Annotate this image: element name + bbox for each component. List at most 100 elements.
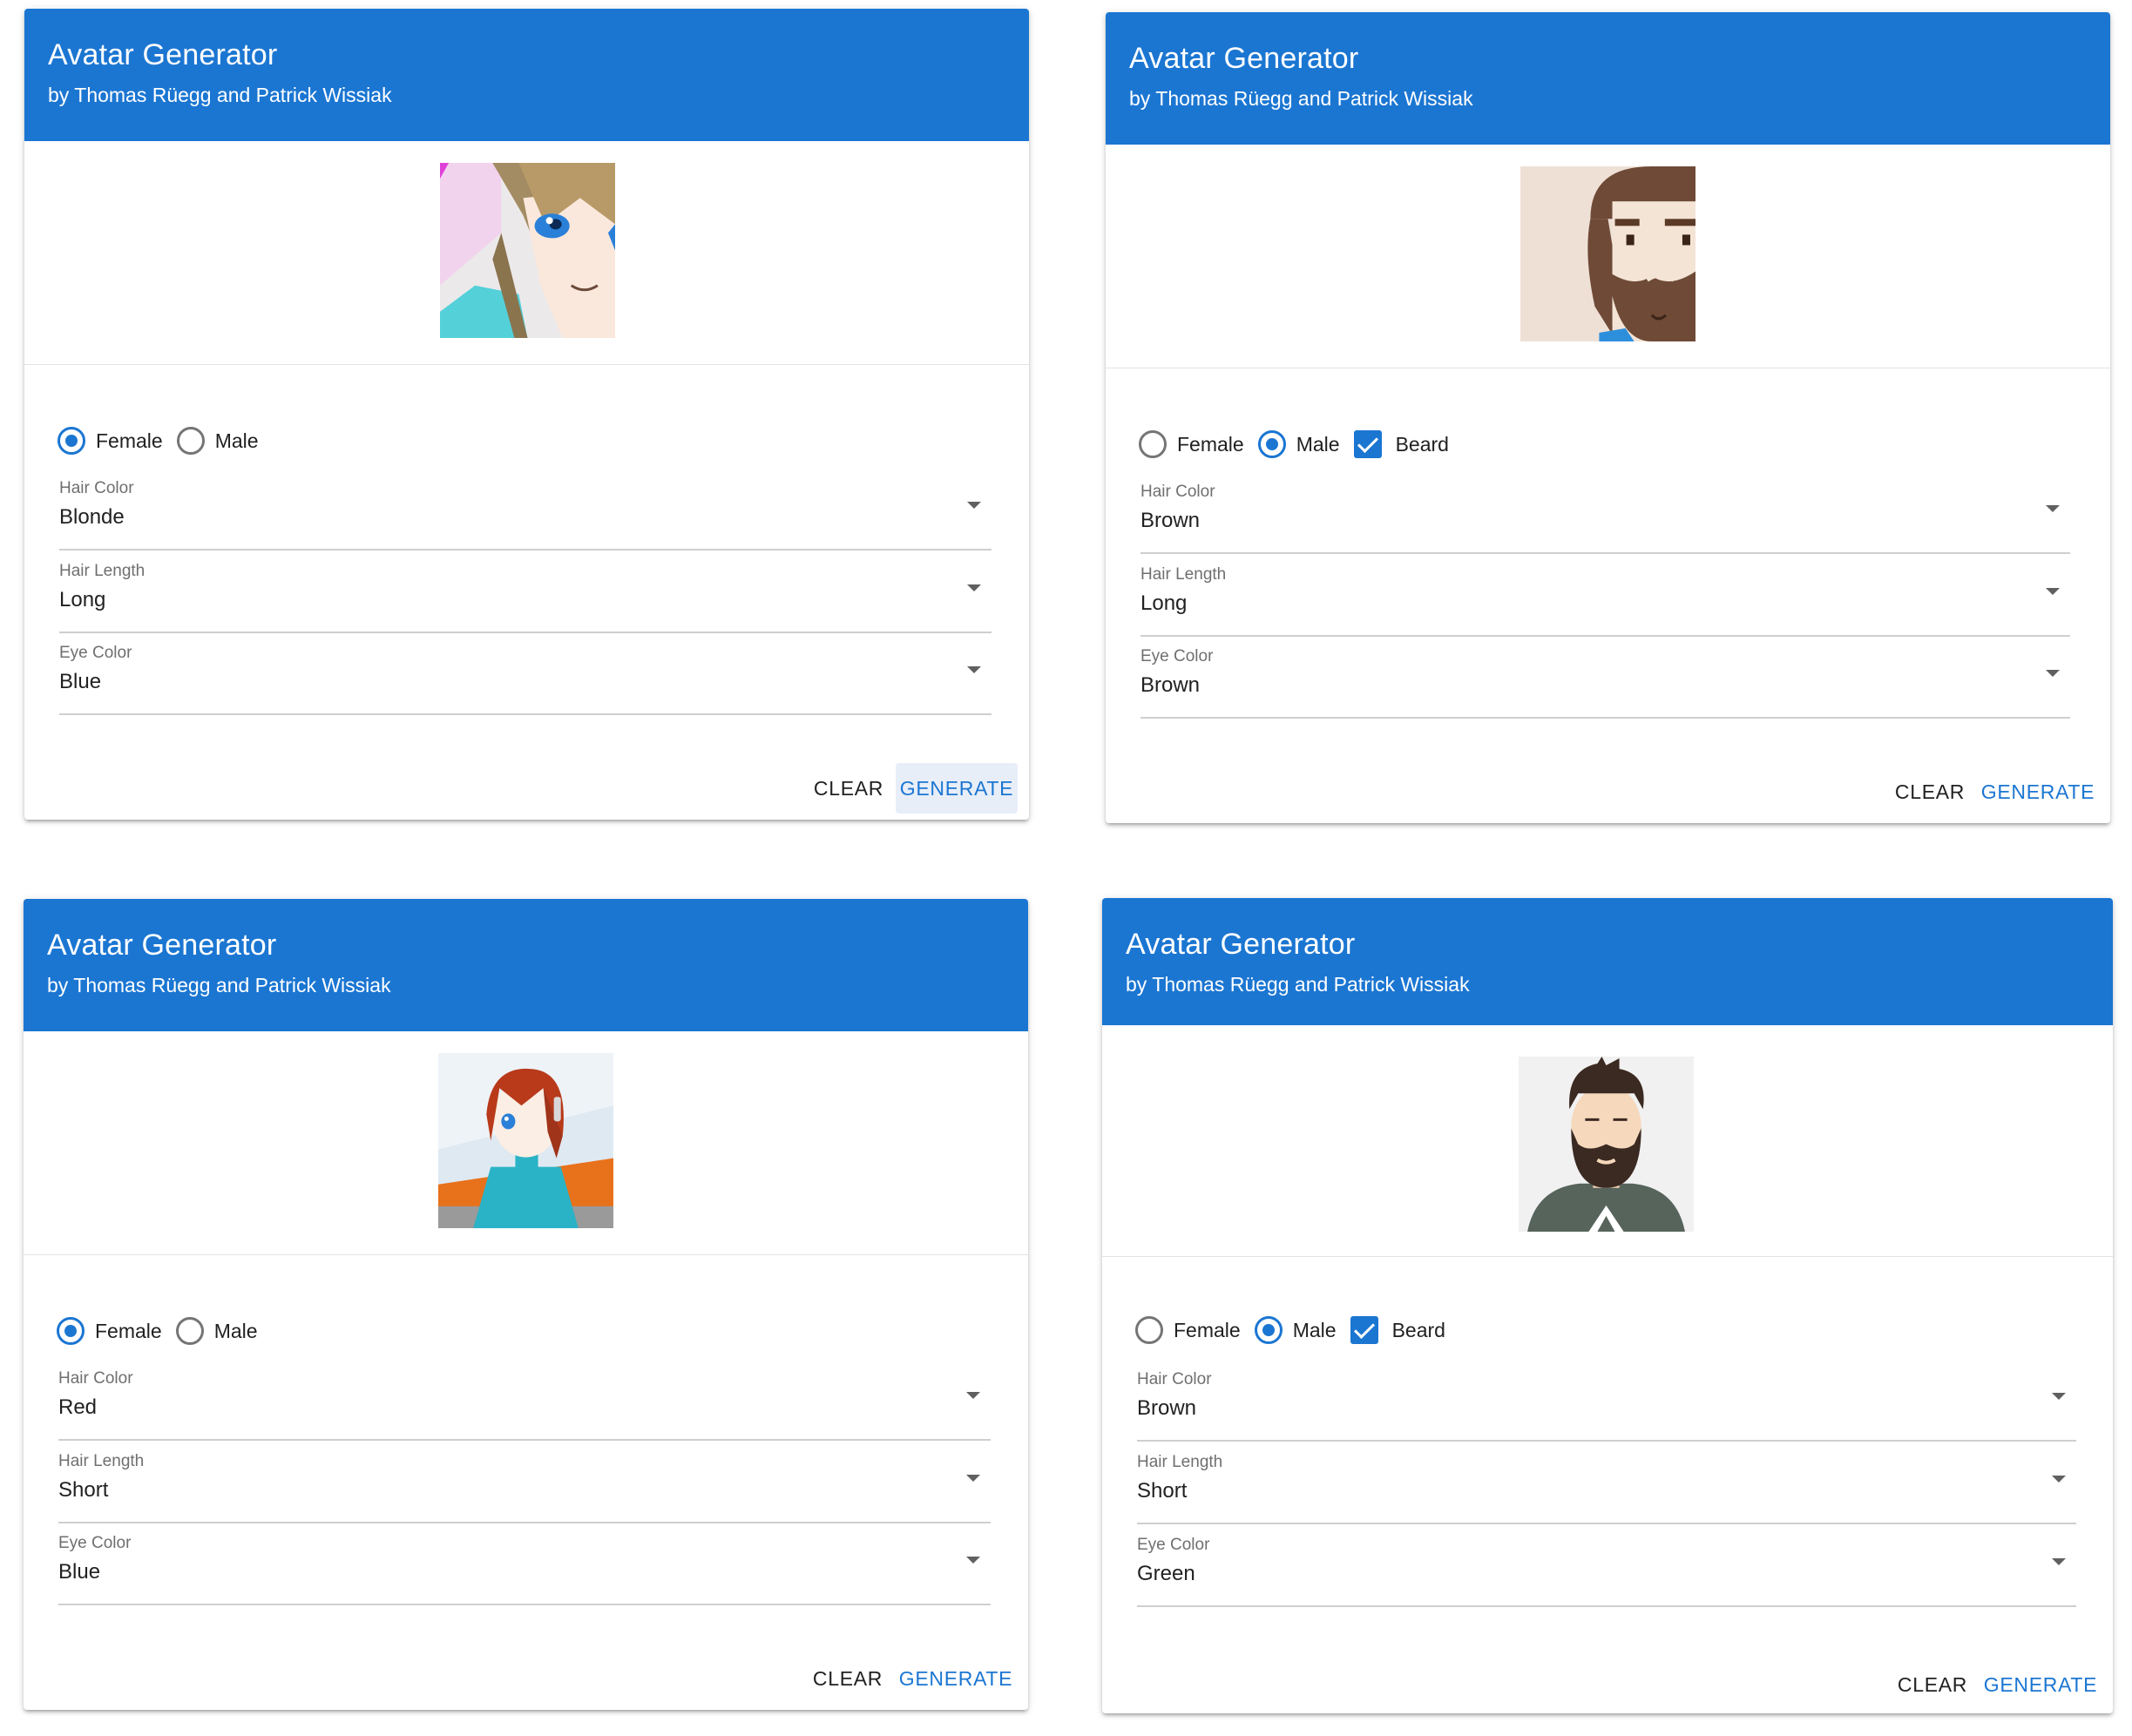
- chevron-down-icon: [2046, 505, 2060, 512]
- female-label: Female: [96, 429, 163, 452]
- female-radio[interactable]: [1139, 430, 1167, 458]
- clear-button[interactable]: CLEAR: [799, 1653, 897, 1704]
- gender-female-option[interactable]: Female: [57, 1317, 162, 1345]
- eye-color-value: Blue: [59, 670, 102, 693]
- card-header: Avatar Generator by Thomas Rüegg and Pat…: [1102, 898, 2113, 1025]
- avatar-preview-area: [1106, 145, 2110, 368]
- card-subtitle: by Thomas Rüegg and Patrick Wissiak: [48, 84, 392, 106]
- avatar-preview-area: [24, 141, 1029, 365]
- avatar-image: [1520, 165, 1695, 342]
- card-subtitle: by Thomas Rüegg and Patrick Wissiak: [1126, 973, 1470, 996]
- hair-color-select[interactable]: Hair Color Brown: [1140, 470, 2070, 554]
- male-label: Male: [213, 1319, 258, 1342]
- eye-color-select[interactable]: Eye Color Blue: [58, 1522, 991, 1605]
- avatar-generator-card-4: Avatar Generator by Thomas Rüegg and Pat…: [1102, 898, 2113, 1713]
- chevron-down-icon: [2052, 1393, 2066, 1400]
- male-radio[interactable]: [175, 1317, 204, 1345]
- chevron-down-icon: [966, 1557, 980, 1564]
- hair-length-select[interactable]: Hair Length Long: [59, 550, 992, 633]
- chevron-down-icon: [966, 1475, 980, 1482]
- generate-button[interactable]: GENERATE: [896, 763, 1018, 814]
- gender-female-option[interactable]: Female: [58, 427, 163, 455]
- eye-color-select[interactable]: Eye Color Green: [1137, 1523, 2076, 1607]
- eye-color-select[interactable]: Eye Color Brown: [1140, 635, 2070, 719]
- gender-male-option[interactable]: Male: [1257, 430, 1340, 458]
- eye-color-label: Eye Color: [58, 1534, 132, 1552]
- hair-color-label: Hair Color: [59, 479, 134, 497]
- generate-button[interactable]: GENERATE: [1977, 767, 2099, 817]
- card-title: Avatar Generator: [48, 38, 278, 71]
- female-radio[interactable]: [1135, 1316, 1163, 1344]
- hair-length-label: Hair Length: [58, 1452, 145, 1470]
- beard-label: Beard: [1391, 1318, 1445, 1341]
- hair-length-value: Long: [59, 588, 106, 611]
- hair-length-select[interactable]: Hair Length Short: [58, 1440, 991, 1523]
- hair-color-label: Hair Color: [1140, 483, 1215, 501]
- card-header: Avatar Generator by Thomas Rüegg and Pat…: [1106, 12, 2110, 145]
- card-subtitle: by Thomas Rüegg and Patrick Wissiak: [1129, 87, 1473, 110]
- female-label: Female: [1174, 1318, 1241, 1341]
- hair-color-label: Hair Color: [1137, 1370, 1212, 1388]
- generate-button[interactable]: GENERATE: [895, 1653, 1017, 1704]
- beard-option[interactable]: Beard: [1353, 430, 1449, 458]
- card-header: Avatar Generator by Thomas Rüegg and Pat…: [24, 9, 1029, 141]
- avatar-generator-card-1: Avatar Generator by Thomas Rüegg and Pat…: [24, 9, 1029, 820]
- beard-checkbox[interactable]: [1350, 1316, 1378, 1344]
- hair-color-value: Red: [58, 1395, 98, 1419]
- clear-button[interactable]: CLEAR: [1884, 1659, 1981, 1710]
- gender-male-option[interactable]: Male: [1254, 1316, 1337, 1344]
- male-radio[interactable]: [176, 427, 205, 455]
- hair-color-select[interactable]: Hair Color Red: [58, 1357, 991, 1441]
- beard-label: Beard: [1395, 432, 1449, 456]
- hair-length-value: Short: [58, 1478, 109, 1502]
- gender-female-option[interactable]: Female: [1139, 430, 1244, 458]
- hair-length-select[interactable]: Hair Length Long: [1140, 553, 2070, 637]
- hair-color-value: Brown: [1140, 509, 1201, 532]
- hair-length-value: Long: [1140, 591, 1188, 615]
- gender-options: Female Male Beard: [1135, 1313, 1459, 1348]
- avatar-preview-area: [24, 1031, 1028, 1255]
- hair-color-select[interactable]: Hair Color Brown: [1137, 1358, 2076, 1442]
- clear-button[interactable]: CLEAR: [1881, 767, 1979, 817]
- chevron-down-icon: [966, 1392, 980, 1399]
- hair-color-value: Blonde: [59, 505, 125, 529]
- gender-options: Female Male: [58, 423, 273, 458]
- gender-male-option[interactable]: Male: [175, 1317, 258, 1345]
- gender-male-option[interactable]: Male: [176, 427, 259, 455]
- beard-checkbox[interactable]: [1353, 430, 1382, 458]
- hair-color-label: Hair Color: [58, 1369, 133, 1388]
- male-radio[interactable]: [1257, 430, 1286, 458]
- avatar-image: [438, 1052, 613, 1229]
- chevron-down-icon: [2046, 670, 2060, 677]
- female-radio[interactable]: [57, 1317, 85, 1345]
- hair-length-value: Short: [1137, 1479, 1188, 1503]
- female-label: Female: [1177, 432, 1244, 456]
- hair-color-select[interactable]: Hair Color Blonde: [59, 467, 992, 551]
- eye-color-value: Green: [1137, 1562, 1195, 1585]
- eye-color-select[interactable]: Eye Color Blue: [59, 632, 992, 715]
- chevron-down-icon: [2052, 1476, 2066, 1483]
- eye-color-value: Brown: [1140, 673, 1201, 697]
- male-radio[interactable]: [1254, 1316, 1283, 1344]
- avatar-generator-card-2: Avatar Generator by Thomas Rüegg and Pat…: [1106, 12, 2110, 823]
- male-label: Male: [214, 429, 259, 452]
- card-title: Avatar Generator: [47, 929, 277, 962]
- chevron-down-icon: [2052, 1558, 2066, 1565]
- hair-length-select[interactable]: Hair Length Short: [1137, 1441, 2076, 1524]
- chevron-down-icon: [967, 502, 981, 509]
- avatar-image: [1519, 1056, 1694, 1233]
- beard-option[interactable]: Beard: [1350, 1316, 1445, 1344]
- female-radio[interactable]: [58, 427, 85, 455]
- clear-button[interactable]: CLEAR: [800, 763, 897, 814]
- eye-color-label: Eye Color: [1137, 1536, 1210, 1554]
- generate-button[interactable]: GENERATE: [1980, 1659, 2102, 1710]
- gender-options: Female Male Beard: [1139, 427, 1463, 462]
- chevron-down-icon: [2046, 588, 2060, 595]
- card-title: Avatar Generator: [1129, 42, 1359, 75]
- hair-length-label: Hair Length: [1137, 1453, 1223, 1471]
- hair-length-label: Hair Length: [1140, 565, 1227, 584]
- avatar-preview-area: [1102, 1025, 2113, 1257]
- gender-female-option[interactable]: Female: [1135, 1316, 1241, 1344]
- eye-color-value: Blue: [58, 1560, 101, 1584]
- card-title: Avatar Generator: [1126, 928, 1356, 961]
